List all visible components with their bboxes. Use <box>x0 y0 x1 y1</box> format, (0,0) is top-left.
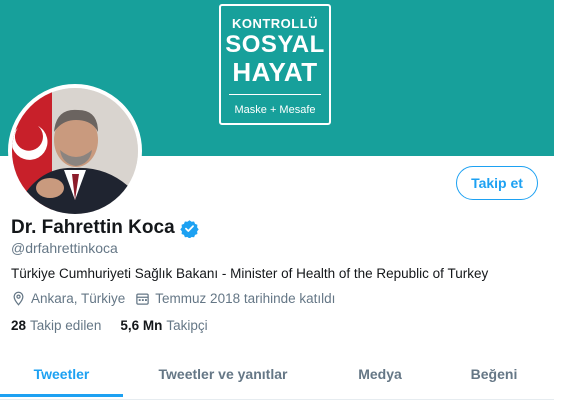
calendar-icon <box>135 291 150 306</box>
follow-button[interactable]: Takip et <box>456 166 538 200</box>
followers-count: 5,6 Mn <box>120 318 163 333</box>
banner-logo-line3: HAYAT <box>232 57 318 87</box>
following-count: 28 <box>11 318 27 333</box>
verified-badge-icon <box>179 219 199 239</box>
banner-logo-line2: SOSYAL <box>225 31 325 58</box>
banner-logo-tagline: Maske + Mesafe <box>234 104 316 116</box>
tab-tweets[interactable]: Tweetler <box>0 350 123 398</box>
tab-tweets-and-replies[interactable]: Tweetler ve yanıtlar <box>137 350 309 398</box>
profile-name-row: Dr. Fahrettin Koca <box>11 217 199 239</box>
following-label: Takip edilen <box>30 318 102 333</box>
profile-location: Ankara, Türkiye <box>11 291 125 306</box>
profile-location-text: Ankara, Türkiye <box>31 291 126 306</box>
following-stat[interactable]: 28 Takip edilen <box>11 318 101 333</box>
profile-avatar[interactable] <box>8 84 142 218</box>
active-tab-indicator <box>0 394 123 397</box>
tab-likes[interactable]: Beğeni <box>446 350 542 398</box>
tab-media[interactable]: Medya <box>330 350 430 398</box>
followers-stat[interactable]: 5,6 Mn Takipçi <box>120 318 207 333</box>
banner-logo-line1: KONTROLLÜ <box>231 16 319 31</box>
profile-bio: Türkiye Cumhuriyeti Sağlık Bakanı - Mini… <box>11 266 489 281</box>
profile-tabs: Tweetler Tweetler ve yanıtlar Medya Beğe… <box>0 350 554 400</box>
banner-logo-divider <box>229 94 321 95</box>
profile-meta: Ankara, Türkiye Temmuz 2018 tarihinde ka… <box>11 291 345 306</box>
profile-stats: 28 Takip edilen 5,6 Mn Takipçi <box>11 318 227 333</box>
profile-handle: @drfahrettinkoca <box>11 240 118 256</box>
profile-display-name: Dr. Fahrettin Koca <box>11 217 175 238</box>
profile-joined: Temmuz 2018 tarihinde katıldı <box>135 291 335 306</box>
page-gutter <box>554 0 580 400</box>
profile-joined-text: Temmuz 2018 tarihinde katıldı <box>155 291 336 306</box>
location-pin-icon <box>11 291 26 306</box>
banner-logo: KONTROLLÜ SOSYAL HAYAT Maske + Mesafe <box>219 4 331 125</box>
followers-label: Takipçi <box>166 318 208 333</box>
